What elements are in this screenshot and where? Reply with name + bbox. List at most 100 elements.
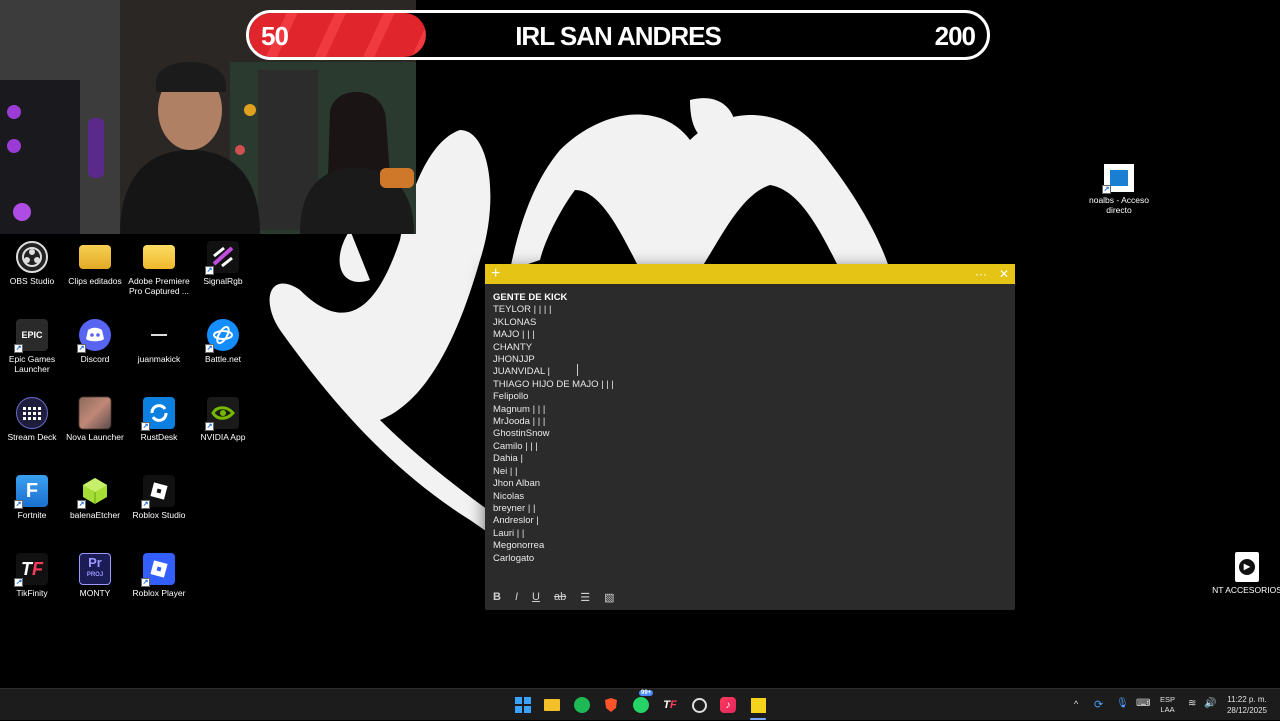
roblox-player-icon: ↗ bbox=[141, 553, 175, 587]
sticky-note-text-area[interactable]: GENTE DE KICK TEYLOR | | | | JKLONAS MAJO … bbox=[485, 284, 1015, 565]
desktop-icon-label: Discord bbox=[80, 354, 110, 364]
desktop-icon-noalbs[interactable]: ↗ noalbs - Acceso directo bbox=[1083, 164, 1155, 215]
nvidia-icon: ↗ bbox=[205, 397, 239, 431]
file-explorer-icon[interactable] bbox=[542, 695, 562, 715]
desktop-icon-adobe-premiere-captured[interactable]: Adobe Premiere Pro Captured ... bbox=[123, 241, 195, 296]
desktop-icon-discord[interactable]: ↗ Discord bbox=[59, 319, 131, 364]
file-icon bbox=[143, 319, 175, 351]
shortcut-icon: ↗ bbox=[1102, 164, 1134, 194]
spotify-icon[interactable] bbox=[572, 695, 592, 715]
sticky-note-lines: TEYLOR | | | | JKLONAS MAJO | | | CHANTY JHO… bbox=[493, 304, 1007, 565]
bold-button[interactable]: B bbox=[493, 591, 501, 604]
underline-button[interactable]: U bbox=[532, 591, 540, 604]
whatsapp-icon[interactable]: 99+ bbox=[631, 690, 654, 715]
desktop-icon-balena-etcher[interactable]: ↗ balenaEtcher bbox=[59, 475, 131, 520]
sticky-note-line: MAJO | | | bbox=[493, 329, 535, 341]
close-button[interactable]: ✕ bbox=[999, 267, 1009, 281]
obs-taskbar-icon[interactable] bbox=[689, 695, 709, 715]
counter-goal: 200 bbox=[934, 21, 976, 51]
sticky-note-line: Nei | | bbox=[493, 465, 518, 477]
desktop-icon-stream-deck[interactable]: Stream Deck bbox=[0, 397, 68, 442]
whatsapp-badge: 99+ bbox=[639, 690, 654, 696]
desktop-icon-label: Roblox Studio bbox=[132, 510, 186, 520]
desktop-icon-signalrgb[interactable]: ↗ SignalRgb bbox=[187, 241, 259, 286]
windows-start-icon[interactable] bbox=[513, 695, 533, 715]
desktop-icon-label: RustDesk bbox=[140, 432, 178, 442]
sticky-note-line: JUANVIDAL | bbox=[493, 366, 551, 378]
desktop-icon-label: Adobe Premiere Pro Captured ... bbox=[128, 276, 190, 296]
show-hidden-icons-icon[interactable]: ^ bbox=[1074, 699, 1078, 709]
stream-goal-counter: 50 IRL SAN ANDRES 200 bbox=[246, 10, 990, 60]
desktop-icon-label: NVIDIA App bbox=[200, 432, 246, 442]
desktop-icon-label: Battle.net bbox=[205, 354, 241, 364]
video-file-icon: ▶ bbox=[1235, 552, 1259, 582]
sticky-note-heading: GENTE DE KICK bbox=[493, 292, 568, 303]
add-note-button[interactable]: + bbox=[491, 266, 500, 282]
text-cursor-icon bbox=[577, 364, 579, 376]
sticky-note-line: Jhon Alban bbox=[493, 478, 541, 490]
desktop-icon-battlenet[interactable]: ↗ Battle.net bbox=[187, 319, 259, 364]
sticky-note-line: Carlogato bbox=[493, 552, 535, 564]
sticky-note-line: CHANTY bbox=[493, 341, 533, 353]
sync-icon[interactable]: ⟳ bbox=[1094, 698, 1103, 711]
sticky-note-line: JHONJJP bbox=[493, 354, 535, 366]
stream-deck-icon bbox=[16, 397, 48, 429]
language-indicator[interactable]: ESP LAA bbox=[1160, 695, 1175, 715]
insert-image-icon[interactable]: ▧ bbox=[604, 591, 614, 604]
desktop: 50 IRL SAN ANDRES 200 OBS Studio Clips e… bbox=[0, 0, 1280, 688]
clock[interactable]: 11:22 p. m. 28/12/2025 bbox=[1222, 694, 1272, 716]
desktop-icon-roblox-player[interactable]: ↗ Roblox Player bbox=[123, 553, 195, 598]
obs-icon bbox=[16, 241, 48, 273]
balena-etcher-icon: ↗ bbox=[77, 475, 111, 509]
desktop-icon-tikfinity[interactable]: T F ↗ TikFinity bbox=[0, 553, 68, 598]
desktop-icon-fortnite[interactable]: F ↗ Fortnite bbox=[0, 475, 68, 520]
desktop-icon-clips-editados[interactable]: Clips editados bbox=[59, 241, 131, 286]
strikethrough-button[interactable]: ab bbox=[554, 591, 566, 604]
sticky-note-line: JKLONAS bbox=[493, 316, 537, 328]
epic-games-icon: EPIC ↗ bbox=[14, 319, 48, 353]
sticky-note-title-bar[interactable]: + ··· ✕ bbox=[485, 264, 1015, 284]
sticky-note-line: MrJooda | | | bbox=[493, 416, 546, 428]
italic-button[interactable]: I bbox=[515, 591, 518, 604]
desktop-icon-juanmakick[interactable]: juanmakick bbox=[123, 319, 195, 364]
keyboard-icon[interactable]: ⌨ bbox=[1136, 698, 1150, 709]
desktop-icon-roblox-studio[interactable]: ↗ Roblox Studio bbox=[123, 475, 195, 520]
wifi-icon[interactable]: ≋ bbox=[1188, 698, 1196, 709]
sticky-note-line: Dahia | bbox=[493, 453, 523, 465]
sticky-note-line: THIAGO HIJO DE MAJO | | | bbox=[493, 378, 614, 390]
desktop-icon-label: balenaEtcher bbox=[69, 510, 121, 520]
tiktok-icon[interactable]: ♪ bbox=[718, 695, 738, 715]
desktop-icon-label: noalbs - Acceso directo bbox=[1088, 195, 1149, 215]
desktop-icon-nt-accesorios[interactable]: ▶ NT ACCESORIOS bbox=[1211, 552, 1280, 595]
desktop-icon-label: Roblox Player bbox=[132, 588, 186, 598]
desktop-icon-label: juanmakick bbox=[137, 354, 181, 364]
sticky-note-line: Nicolas bbox=[493, 490, 525, 502]
desktop-icon-nvidia-app[interactable]: ↗ NVIDIA App bbox=[187, 397, 259, 442]
tikfinity-taskbar-icon[interactable]: TF bbox=[660, 695, 680, 715]
bullet-list-icon[interactable]: ☰ bbox=[580, 591, 590, 604]
microphone-icon[interactable]: 🎙 bbox=[1116, 698, 1129, 709]
language-code: ESP bbox=[1160, 695, 1176, 704]
desktop-icon-nova-launcher[interactable]: Nova Launcher bbox=[59, 397, 131, 442]
desktop-icon-label: MONTY bbox=[79, 588, 111, 598]
volume-icon[interactable]: 🔊 bbox=[1204, 698, 1216, 709]
desktop-icon-label: Nova Launcher bbox=[66, 432, 124, 442]
sticky-note-window[interactable]: + ··· ✕ GENTE DE KICK TEYLOR | | | | JKLO… bbox=[485, 264, 1015, 610]
desktop-icon-monty[interactable]: Pr PROJ MONTY bbox=[59, 553, 131, 598]
desktop-icon-label: Stream Deck bbox=[7, 432, 57, 442]
sticky-note-format-toolbar: B I U ab ☰ ▧ bbox=[493, 591, 615, 604]
brave-icon[interactable] bbox=[601, 695, 621, 715]
sticky-note-line: Camilo | | | bbox=[493, 440, 538, 452]
desktop-icon-rustdesk[interactable]: ↗ RustDesk bbox=[123, 397, 195, 442]
folder-icon bbox=[143, 245, 175, 269]
desktop-icon-label: SignalRgb bbox=[203, 276, 243, 286]
sticky-note-line: Felipollo bbox=[493, 391, 529, 403]
desktop-icon-label: TikFinity bbox=[16, 588, 48, 598]
sticky-note-line: Megonorrea bbox=[493, 540, 545, 552]
more-options-button[interactable]: ··· bbox=[975, 267, 987, 281]
sticky-note-line: breyner | | bbox=[493, 502, 536, 514]
discord-icon: ↗ bbox=[77, 319, 111, 353]
desktop-icon-obs-studio[interactable]: OBS Studio bbox=[0, 241, 68, 286]
sticky-notes-icon[interactable] bbox=[748, 695, 768, 720]
desktop-icon-epic-games[interactable]: EPIC ↗ Epic Games Launcher bbox=[0, 319, 68, 374]
